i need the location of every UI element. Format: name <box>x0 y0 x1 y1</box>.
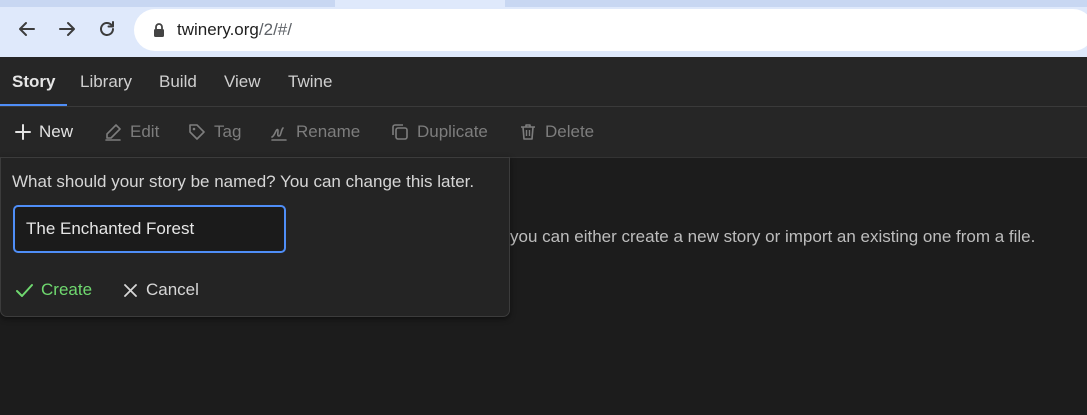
cancel-button[interactable]: Cancel <box>122 276 199 304</box>
dialog-prompt: What should your story be named? You can… <box>12 172 475 191</box>
tab-story[interactable]: Story <box>12 72 55 92</box>
url-text[interactable]: twinery.org/2/#/ <box>177 20 292 40</box>
tab-library[interactable]: Library <box>80 72 132 92</box>
tab-twine[interactable]: Twine <box>288 72 332 92</box>
story-name-input[interactable] <box>13 205 286 253</box>
back-button[interactable] <box>12 14 42 44</box>
delete-button[interactable]: Delete <box>518 107 594 157</box>
tab-view[interactable]: View <box>224 72 261 92</box>
plus-icon <box>15 124 31 140</box>
reload-icon <box>100 21 114 36</box>
cancel-label: Cancel <box>146 280 199 299</box>
delete-label: Delete <box>545 122 595 141</box>
check-icon <box>16 283 33 297</box>
tag-button[interactable]: Tag <box>187 107 241 157</box>
arrow-right-icon <box>59 22 75 36</box>
new-story-dialog: What should your story be named? You can… <box>0 157 510 317</box>
active-tab-indicator <box>0 104 67 106</box>
new-label: New <box>39 122 74 141</box>
new-button[interactable]: New <box>14 107 73 157</box>
url-path: /2/#/ <box>258 20 292 39</box>
lock-icon[interactable] <box>151 22 167 38</box>
tab-build[interactable]: Build <box>159 72 197 92</box>
rename-button[interactable]: Rename <box>269 107 360 157</box>
close-icon <box>124 283 137 297</box>
edit-button[interactable]: Edit <box>103 107 159 157</box>
active-browser-tab[interactable] <box>335 0 505 7</box>
browser-toolbar: twinery.org/2/#/ <box>0 0 1087 57</box>
pencil-icon <box>105 124 121 141</box>
create-label: Create <box>41 280 93 299</box>
signature-icon <box>271 127 287 141</box>
story-toolbar: New Edit Tag Rename Duplicate Delete <box>0 107 1087 158</box>
arrow-left-icon <box>19 22 35 36</box>
address-bar[interactable]: twinery.org/2/#/ <box>134 9 1087 51</box>
forward-button[interactable] <box>52 14 82 44</box>
url-host: twinery.org <box>177 20 259 39</box>
tag-icon <box>189 124 205 140</box>
tab-strip <box>0 0 1087 7</box>
edit-label: Edit <box>130 122 160 141</box>
reload-button[interactable] <box>92 14 122 44</box>
tag-label: Tag <box>214 122 242 141</box>
twine-app: Story Library Build View Twine New Edit … <box>0 57 1087 415</box>
trash-icon <box>521 124 535 140</box>
duplicate-label: Duplicate <box>417 122 488 141</box>
duplicate-button[interactable]: Duplicate <box>390 107 488 157</box>
copy-icon <box>392 124 408 140</box>
create-button[interactable]: Create <box>15 276 92 304</box>
top-tab-bar: Story Library Build View Twine <box>0 57 1087 107</box>
rename-label: Rename <box>296 122 361 141</box>
empty-library-message: you can either create a new story or imp… <box>510 227 1036 246</box>
